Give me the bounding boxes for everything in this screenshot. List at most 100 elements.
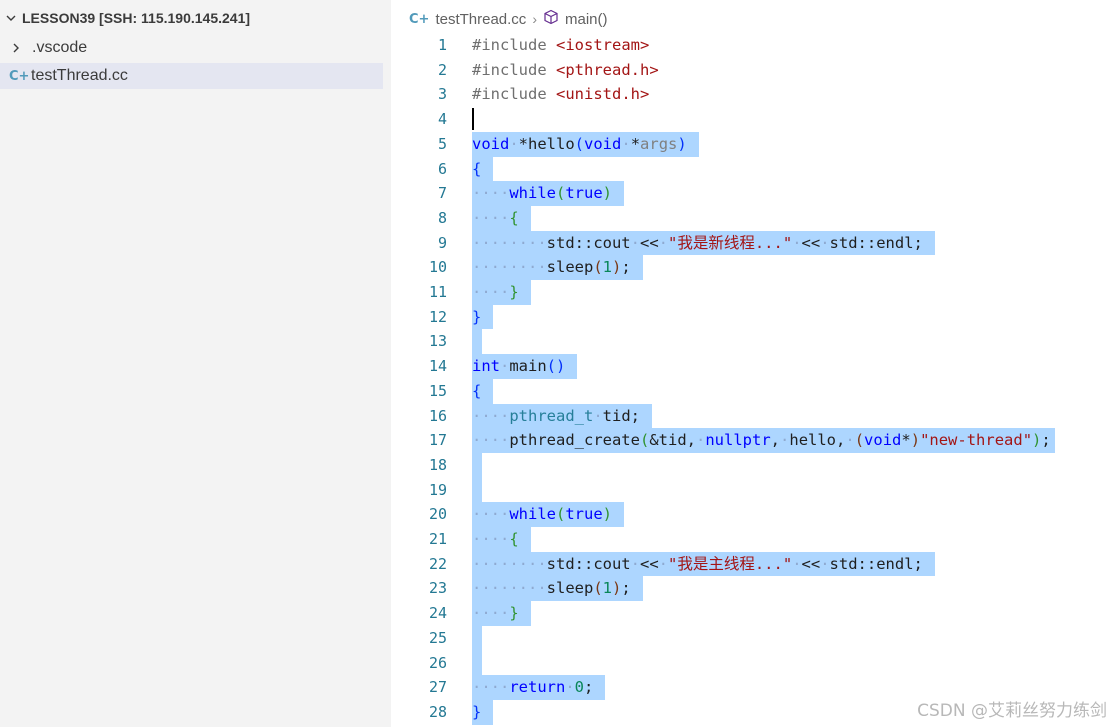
- chevron-right-icon: [8, 40, 24, 56]
- code-line: 26: [391, 650, 1113, 676]
- code-line: 22 ········std::cout·<<·"我是主线程..."·<<·st…: [391, 551, 1113, 577]
- line-number: 15: [428, 381, 447, 400]
- code-line: 24 ····}: [391, 601, 1113, 626]
- code-text: ····return·0;: [472, 675, 606, 700]
- line-number: 9: [437, 233, 447, 252]
- workspace-folder-title: LESSON39 [SSH: 115.190.145.241]: [22, 10, 251, 26]
- code-text: [472, 329, 482, 355]
- line-number: 5: [437, 134, 447, 153]
- code-line: 2 #include <pthread.h>: [391, 58, 1113, 83]
- code-text: }: [472, 699, 494, 725]
- line-number: 11: [428, 283, 447, 301]
- breadcrumb: C+ testThread.cc › main(): [409, 8, 608, 30]
- code-text: ········sleep(1);: [472, 576, 643, 602]
- line-number: 20: [428, 505, 447, 524]
- code-text: {: [472, 378, 494, 404]
- code-text: }: [472, 304, 494, 330]
- code-line: 10 ········sleep(1);: [391, 255, 1113, 280]
- code-text: ········sleep(1);: [472, 255, 643, 280]
- code-line: 7 ····while(true): [391, 181, 1113, 206]
- line-number: 16: [428, 406, 447, 425]
- code-text: ····{: [472, 205, 531, 231]
- code-line: 25: [391, 625, 1113, 651]
- watermark: CSDN @艾莉丝努力练剑: [917, 701, 1107, 721]
- code-line: 16 ····pthread_t·tid;: [391, 403, 1113, 429]
- code-line: 19: [391, 477, 1113, 503]
- code-text: ····pthread_create(&tid,·nullptr,·hello,…: [472, 428, 1055, 453]
- code-line: 20 ····while(true): [391, 502, 1113, 527]
- code-line: 3 #include <unistd.h>: [391, 82, 1113, 107]
- code-text: ····while(true): [472, 502, 625, 527]
- code-text: ····}: [472, 280, 531, 305]
- breadcrumb-symbol[interactable]: main(): [565, 11, 608, 28]
- code-line: 23 ········sleep(1);: [391, 576, 1113, 602]
- code-line: 17 ····pthread_create(&tid,·nullptr,·hel…: [391, 428, 1113, 453]
- line-number: 17: [428, 431, 447, 450]
- line-number: 1: [437, 36, 447, 54]
- cpp-file-icon: C+: [409, 11, 430, 27]
- tree-item-vscode[interactable]: .vscode: [0, 35, 383, 61]
- code-line: 11 ····}: [391, 280, 1113, 305]
- line-number: 24: [428, 604, 447, 623]
- code-line: 1 #include <iostream>: [391, 33, 1113, 58]
- tree-item-label: .vscode: [32, 39, 88, 56]
- code-text: ········std::cout·<<·"我是主线程..."·<<·std::…: [472, 551, 935, 577]
- code-text: ········std::cout·<<·"我是新线程..."·<<·std::…: [472, 230, 935, 256]
- code-text: [472, 477, 482, 503]
- code-text: [472, 650, 482, 676]
- workspace-folder-header[interactable]: LESSON39 [SSH: 115.190.145.241]: [0, 6, 250, 30]
- code-line: 21 ····{: [391, 527, 1113, 552]
- line-number: 28: [428, 702, 447, 721]
- line-number: 3: [437, 85, 447, 104]
- code-text: [472, 452, 482, 478]
- code-line: 9 ········std::cout·<<·"我是新线程..."·<<·std…: [391, 230, 1113, 256]
- code-line: 8 ····{: [391, 205, 1113, 231]
- line-number: 23: [428, 579, 447, 598]
- line-number: 25: [428, 628, 447, 647]
- text-cursor: [472, 108, 474, 131]
- line-number: 10: [428, 258, 447, 277]
- code-text: void·*hello(void·*args): [472, 131, 699, 157]
- code-line: 18: [391, 452, 1113, 478]
- sidebar-gutter: [383, 0, 391, 727]
- chevron-down-icon: [2, 9, 20, 27]
- tree-item-testthread[interactable]: C+ testThread.cc: [0, 63, 383, 89]
- code-text: #include <iostream>: [472, 36, 650, 54]
- code-text: ····{: [472, 527, 531, 552]
- code-text: ····pthread_t·tid;: [472, 403, 652, 429]
- line-number: 19: [428, 480, 447, 499]
- code-text: #include <pthread.h>: [472, 60, 659, 79]
- line-number: 26: [428, 653, 447, 672]
- line-number: 7: [437, 184, 447, 203]
- symbol-method-icon: [543, 9, 559, 29]
- line-number: 12: [428, 307, 447, 326]
- code-line: 12 }: [391, 304, 1113, 330]
- code-line: 13: [391, 329, 1113, 355]
- line-number: 21: [428, 530, 447, 548]
- code-text: int·main(): [472, 354, 578, 379]
- line-number: 6: [437, 159, 447, 178]
- line-number: 18: [428, 455, 447, 474]
- code-line: 15 {: [391, 378, 1113, 404]
- line-number: 13: [428, 332, 447, 351]
- line-number: 14: [428, 357, 447, 376]
- line-number: 22: [428, 554, 447, 573]
- code-line: 14 int·main(): [391, 354, 1113, 379]
- code-text: [472, 625, 482, 651]
- code-line: 4: [391, 107, 1113, 132]
- code-line: 6 {: [391, 156, 1113, 182]
- line-number: 27: [428, 678, 447, 697]
- explorer-sidebar: LESSON39 [SSH: 115.190.145.241] .vscode …: [0, 0, 391, 727]
- code-text: #include <unistd.h>: [472, 85, 650, 104]
- line-number: 8: [437, 208, 447, 227]
- breadcrumb-file[interactable]: testThread.cc: [435, 11, 526, 28]
- cpp-file-icon: C+: [9, 68, 30, 84]
- code-line: 5 void·*hello(void·*args): [391, 131, 1113, 157]
- line-number: 4: [437, 110, 447, 129]
- code-editor[interactable]: C+ testThread.cc › main() 1 #include <io…: [391, 0, 1113, 727]
- code-text: {: [472, 156, 494, 182]
- chevron-right-icon: ›: [532, 11, 537, 27]
- code-text: ····while(true): [472, 181, 625, 206]
- tree-item-label: testThread.cc: [31, 67, 128, 84]
- line-number: 2: [437, 60, 447, 79]
